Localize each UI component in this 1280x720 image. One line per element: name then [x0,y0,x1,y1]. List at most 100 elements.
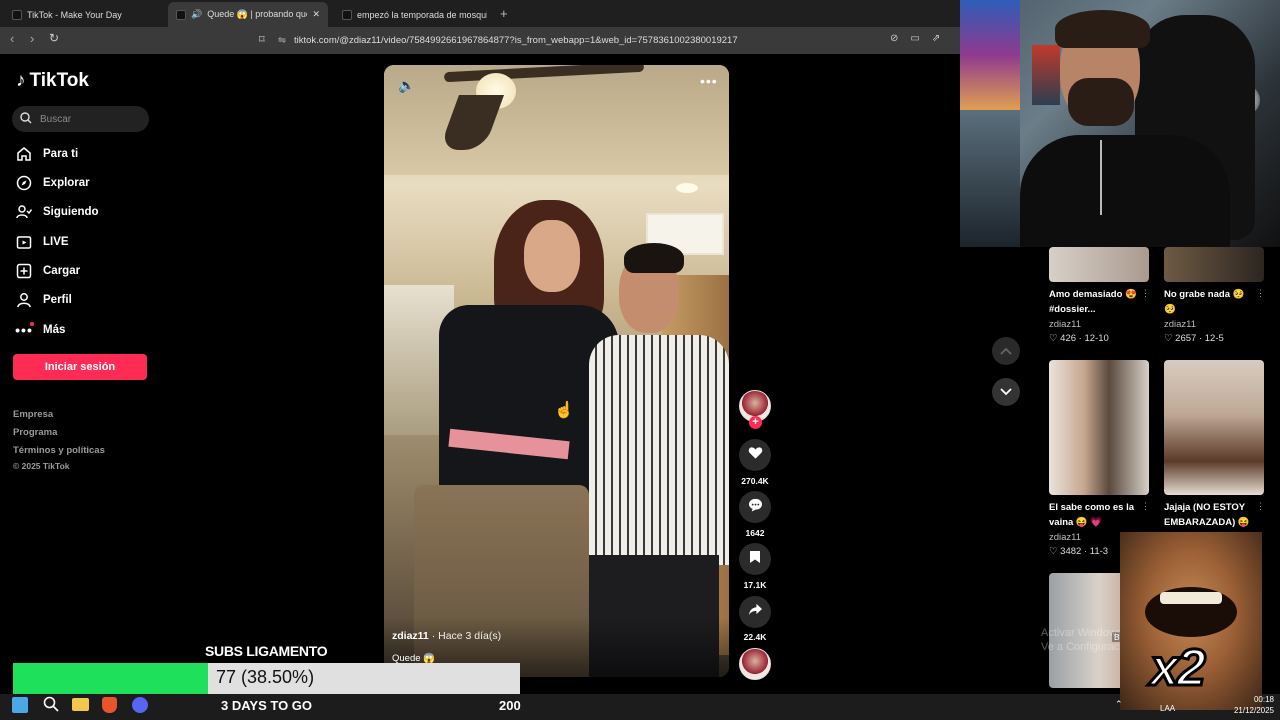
bookmark-icon[interactable]: ⌑ [259,33,265,46]
discord-icon[interactable] [132,697,148,713]
compass-icon [16,175,32,191]
nav-item-explorar[interactable]: Explorar [16,175,90,191]
tiktok-favicon-icon [342,9,352,20]
save-count: 17.1K [743,580,767,590]
meme-teeth [1160,592,1222,604]
related-video-title[interactable]: El sabe como es la vaina 😝 💗 [1049,500,1141,530]
next-video-button[interactable] [992,378,1020,406]
reload-icon[interactable]: ↻ [49,31,59,45]
anime-poster [960,0,1020,110]
related-video-title[interactable]: Jajaja (NO ESTOY EMBARAZADA) 😝 [1164,500,1256,530]
follow-plus-icon[interactable]: + [749,416,762,429]
more-options-icon[interactable]: ⋮ [1141,501,1150,512]
save-button[interactable] [739,543,771,575]
more-icon: ••• [15,322,34,338]
streamer-beard [1068,78,1134,126]
nav-label: Para ti [43,148,79,160]
footer-copyright: © 2025 TikTok [13,461,70,471]
share-count: 22.4K [743,632,767,642]
clock-date: 21/12/2025 [1233,706,1274,715]
search-icon[interactable] [43,696,59,717]
file-explorer-icon[interactable] [72,698,89,711]
more-options-icon[interactable]: ⋮ [1256,288,1265,299]
search-input[interactable]: Buscar [12,106,149,132]
comment-button[interactable] [739,491,771,523]
nav-item-siguiendo[interactable]: Siguiendo [16,204,99,220]
days-to-go: 3 DAYS TO GO [221,698,313,713]
more-options-icon[interactable]: ••• [700,73,718,89]
more-options-icon[interactable]: ⋮ [1256,501,1265,512]
nav-label: Explorar [43,177,90,189]
close-tab-icon[interactable]: ✕ [312,9,320,20]
taskbar-clock[interactable]: 00:18 21/12/2025 [1224,694,1274,716]
keyboard-language[interactable]: LAA [1160,704,1175,713]
man-hair [624,243,684,273]
related-video-date: 11-3 [1089,546,1109,557]
start-icon[interactable] [12,697,28,713]
footer-link-programa[interactable]: Programa [13,427,57,438]
sound-avatar[interactable] [739,648,771,680]
tab-current-video[interactable]: 🔊 Quede 😱 | probando que ta ✕ [168,2,328,27]
volume-icon[interactable]: 🔈 [398,77,415,94]
heart-outline-icon: ♡ [1049,546,1058,557]
tab-tiktok-home[interactable]: TikTok - Make Your Day [4,2,166,27]
tab-label: empezó la temporada de mosquitos [357,9,487,20]
share-button[interactable] [739,596,771,628]
tiktok-favicon-icon [12,9,22,20]
video-thumbnail[interactable] [1164,360,1264,495]
related-video-author[interactable]: zdiaz11 [1049,532,1081,543]
plus-icon[interactable]: + [500,6,508,21]
woman-face [524,220,580,292]
ceiling [384,65,729,175]
related-video-stats: ♡ 2657 · 12-5 [1164,333,1224,344]
tiktok-logo[interactable]: ♪ TikTok [16,70,89,92]
nav-label: Cargar [43,265,81,277]
video-thumbnail[interactable] [1049,247,1149,282]
search-icon [20,111,32,127]
address-bar[interactable]: ⇋ tiktok.com/@zdiaz11/video/758499266196… [278,31,888,50]
webcam-overlay [960,0,1280,247]
login-button[interactable]: Iniciar sesión [13,354,147,380]
footer-link-terminos[interactable]: Términos y políticas [13,445,105,456]
toolbar-icons[interactable]: ⊘▭⇗ [890,33,952,44]
tiktok-favicon-icon [176,9,186,20]
video-thumbnail[interactable] [1164,247,1264,282]
video-thumbnail[interactable] [1049,360,1149,495]
brave-browser-icon[interactable] [102,697,117,713]
footer-link-empresa[interactable]: Empresa [13,409,53,420]
nav-item-mas[interactable]: ••• Más [15,322,65,338]
site-info-icon[interactable]: ⇋ [278,35,286,46]
related-video-author[interactable]: zdiaz11 [1164,319,1196,330]
more-options-icon[interactable]: ⋮ [1141,288,1150,299]
tab-label: Quede 😱 | probando que ta [207,9,307,19]
nav-label: Siguiendo [43,206,99,218]
tab-mosquitos-video[interactable]: empezó la temporada de mosquitos [334,2,496,27]
previous-video-button[interactable] [992,337,1020,365]
forward-icon[interactable]: › [30,31,34,46]
tiktok-note-icon: ♪ [16,70,26,91]
back-icon[interactable]: ‹ [10,31,14,46]
related-video-title[interactable]: No grabe nada 🥺 🥺 [1164,287,1256,317]
live-icon [16,234,32,250]
like-count: 270.4K [741,476,769,486]
tray-chevron-up-icon[interactable]: ⌃ [1115,699,1123,710]
related-video-likes: 2657 [1175,333,1197,344]
heart-outline-icon: ♡ [1049,333,1058,344]
home-icon [16,146,32,162]
heart-outline-icon: ♡ [1164,333,1173,344]
streamer-hair [1055,10,1150,48]
nav-item-perfil[interactable]: Perfil [16,292,72,308]
search-placeholder: Buscar [40,113,72,125]
related-video-author[interactable]: zdiaz11 [1049,319,1081,330]
like-button[interactable] [739,439,771,471]
video-author[interactable]: zdiaz11 [392,630,429,642]
meme-x2-label: x2 [1149,638,1208,699]
nav-item-live[interactable]: LIVE [16,234,69,250]
video-player[interactable]: 🔈 ••• ☝ zdiaz11 · Hace 3 día(s) Quede 😱 [384,65,729,677]
man-striped-shirt [589,335,729,565]
nav-item-para-ti[interactable]: Para ti [16,146,78,162]
related-video-title[interactable]: Amo demasiado 😍 #dossier... [1049,287,1141,317]
subs-goal-title: SUBS LIGAMENTO [205,643,328,659]
related-video-date: 12-5 [1204,333,1224,344]
nav-item-cargar[interactable]: Cargar [16,263,80,279]
